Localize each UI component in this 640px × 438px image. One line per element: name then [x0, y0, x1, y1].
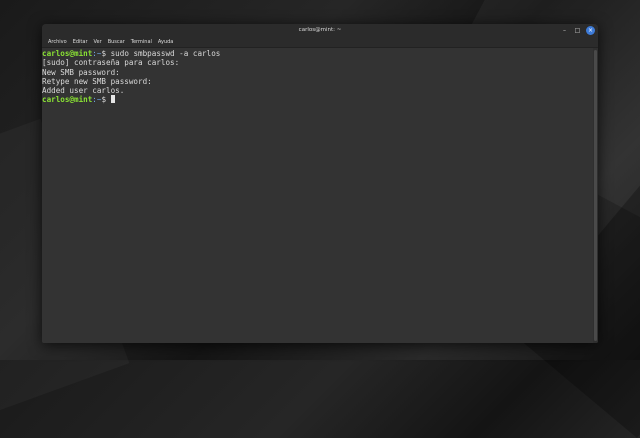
maximize-button[interactable]: □ — [573, 26, 582, 35]
menu-buscar[interactable]: Buscar — [105, 37, 128, 47]
terminal-line: Added user carlos. — [42, 86, 125, 96]
terminal-line: New SMB password: — [42, 67, 120, 77]
terminal-line: [sudo] contraseña para carlos: — [42, 58, 180, 68]
window-title: carlos@mint: ~ — [298, 27, 342, 33]
prompt-user-host: carlos@mint — [42, 95, 93, 105]
terminal-line: carlos@mint:~$ — [42, 95, 593, 104]
text-cursor — [110, 95, 116, 104]
close-button[interactable]: × — [586, 26, 595, 35]
terminal-line: Retype new SMB password: — [42, 76, 152, 86]
scrollbar-thumb[interactable] — [594, 50, 597, 341]
menubar: Archivo Editar Ver Buscar Terminal Ayuda — [42, 37, 598, 48]
menu-ayuda[interactable]: Ayuda — [155, 37, 176, 47]
scrollbar[interactable] — [593, 48, 598, 343]
terminal-output[interactable]: carlos@mint:~$ sudo smbpasswd -a carlos … — [42, 48, 593, 343]
terminal-window[interactable]: carlos@mint: ~ – □ × Archivo Editar Ver … — [42, 24, 598, 343]
menu-terminal[interactable]: Terminal — [128, 37, 155, 47]
menu-editar[interactable]: Editar — [70, 37, 91, 47]
prompt-user-host: carlos@mint — [42, 49, 93, 58]
prompt-symbol: $ — [101, 49, 111, 58]
window-controls: – □ × — [560, 26, 595, 35]
titlebar[interactable]: carlos@mint: ~ – □ × — [42, 24, 598, 37]
prompt-symbol: $ — [101, 95, 111, 105]
menu-ver[interactable]: Ver — [91, 37, 105, 47]
menu-archivo[interactable]: Archivo — [45, 37, 70, 47]
command-text: sudo smbpasswd -a carlos — [110, 49, 221, 58]
terminal-line: carlos@mint:~$ sudo smbpasswd -a carlos — [42, 49, 593, 58]
minimize-button[interactable]: – — [560, 26, 569, 35]
